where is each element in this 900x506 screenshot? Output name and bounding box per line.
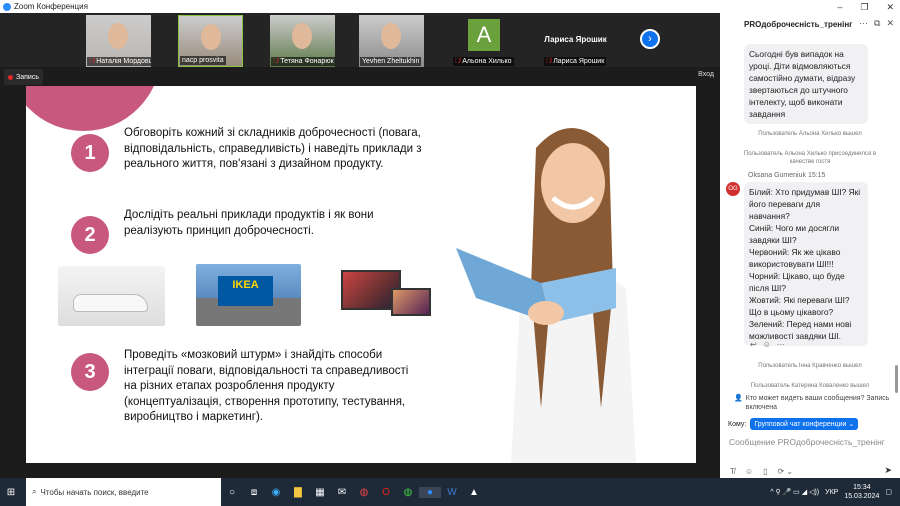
step-text: Дослідіть реальні приклади продуктів і я… [124,209,374,237]
chat-title: PROдоброчесність_тренінг [744,20,853,29]
popout-icon[interactable]: ⧉ [874,18,880,29]
step-number: 2 [71,216,109,254]
emoji-icon[interactable]: ☺ [745,467,753,476]
participant-name: 🎙̸ Альона Хилько [453,57,514,66]
participant-strip: 🎙̸ Наталія Мордовцева nacp prosvita 🎙̸ Тет… [0,13,720,67]
meeting-stage: 🎙̸ Наталія Мордовцева nacp prosvita 🎙̸ Тет… [0,13,720,478]
chat-scrollbar[interactable] [895,365,898,393]
participant-tile[interactable]: Лариса Ярошик 🎙̸ Лариса Ярошик [543,15,608,67]
recording-indicator[interactable]: Запись [4,69,43,85]
next-page-button[interactable]: › [640,29,660,49]
chat-message: Сьогодні був випадок на уроці. Діти відм… [744,44,868,124]
chrome-icon[interactable]: ◍ [353,487,375,498]
start-icon[interactable]: ⊞ [0,487,22,498]
participant-face [292,23,312,49]
system-message: Пользователь Альона Хилько присоединился… [743,151,877,165]
ikea-store-image: IKEA [196,264,301,326]
chat-message: Білий: Хто придумав ШІ? Які його переваг… [744,182,868,346]
chrome-icon[interactable]: ◍ [397,487,419,498]
participant-tile[interactable]: nacp prosvita [178,15,243,67]
restore-icon[interactable]: ❐ [860,2,868,13]
message-sender: Oksana Gumeniuk 15:15 [748,172,826,179]
store-icon[interactable]: ▦ [309,487,331,498]
screenshot-icon[interactable]: ⟳ ⌄ [777,467,793,476]
shared-slide: 1 Обговоріть кожний зі складників доброч… [26,86,696,463]
ikea-sign: IKEA [218,276,273,306]
participant-name: 🎙̸ Наталія Мордовцева [87,57,151,66]
search-box[interactable]: ⌕ Чтобы начать поиск, введите [26,478,221,506]
window-controls: – ❐ ✕ [837,2,894,13]
privacy-notice[interactable]: 👤 Кто может видеть ваши сообщения? Запись… [734,394,894,412]
student-with-book-image [456,128,636,463]
system-message: Пользователь Альона Хилько вышел [758,131,862,137]
system-message: Пользователь Катерина Коваленко вышел [750,383,870,389]
cortana-icon[interactable]: ○ [221,487,243,498]
mail-icon[interactable]: ✉ [331,487,353,498]
decor-arc [26,86,161,131]
record-dot-icon [8,74,13,80]
more-icon[interactable]: ··· [859,18,868,29]
notifications-icon[interactable]: ▢ [885,488,892,496]
minimize-icon[interactable]: – [837,2,842,13]
opera-icon[interactable]: O [375,487,397,498]
step-number: 1 [71,134,109,172]
task-view-icon[interactable]: ⧈ [243,487,265,498]
title-bar: Zoom Конференция [0,0,720,13]
zoom-logo-icon [3,2,11,11]
participant-face [381,23,401,49]
to-label: Кому: [728,420,747,428]
file-icon[interactable]: ▯ [763,467,767,476]
search-placeholder: Чтобы начать поиск, введите [40,487,149,497]
word-icon[interactable]: W [441,487,463,498]
reply-icon[interactable]: ↩ [750,340,757,349]
clock[interactable]: 15:34 15.03.2024 [844,483,879,501]
participant-name: nacp prosvita [180,56,226,65]
photos-icon[interactable]: ▲ [463,487,485,498]
participant-face [201,24,221,50]
people-icon: 👤 [734,395,743,402]
step-number: 3 [71,353,109,391]
participant-tile[interactable]: Yevhen Zheltukhin [359,15,424,67]
participant-name: Yevhen Zheltukhin [360,57,422,66]
tray-icons[interactable]: ^ ⚲ 🎤 ▭ ◢ ◁)) [770,488,819,496]
format-icon[interactable]: T̸ [730,467,735,476]
close-icon[interactable]: ✕ [886,2,894,13]
language-indicator[interactable]: УКР [825,489,838,496]
edge-icon[interactable]: ◉ [265,487,287,498]
participant-name: 🎙̸ Лариса Ярошик [544,57,607,66]
recording-label: Запись [16,73,39,81]
participant-display-name: Лариса Ярошик [544,35,607,44]
step-text: Проведіть «мозковий штурм» і знайдіть сп… [124,349,409,423]
message-input[interactable]: Сообщение PROдоброчесність_тренінг [729,437,885,447]
participant-tile[interactable]: 🎙̸ Тетяна Фонарюк [270,15,335,67]
participant-face [108,23,128,49]
close-chat-icon[interactable]: ✕ [886,18,894,29]
more-actions-icon[interactable]: ··· [777,340,785,349]
recipient-dropdown[interactable]: Групповой чат конференции ⌄ [750,418,859,430]
reaction-icon[interactable]: ☺ [763,340,771,349]
explorer-icon[interactable]: ▇ [287,487,309,498]
avatar: OG [726,182,740,196]
participant-tile[interactable]: A 🎙̸ Альона Хилько [452,15,517,67]
car-image [58,266,165,326]
step-text: Обговоріть кожний зі складників доброчес… [124,127,422,170]
search-icon: ⌕ [32,487,37,496]
participant-tile[interactable]: 🎙̸ Наталія Мордовцева [86,15,151,67]
taskbar: ⊞ ⌕ Чтобы начать поиск, введите ○ ⧈ ◉ ▇ ▦… [0,478,900,506]
zoom-icon[interactable]: ● [419,486,441,498]
system-message: Пользователь Інна Кравченко вышел [758,363,862,369]
avatar: A [468,19,500,51]
chat-panel: – ❐ ✕ PROдоброчесність_тренінг ··· ⧉ ✕ Сього… [720,0,900,478]
exit-label[interactable]: Вход [698,71,714,78]
window-title: Zoom Конференция [14,2,88,11]
send-icon[interactable]: ➤ [884,465,892,476]
apple-devices-image [336,268,436,326]
participant-name: 🎙̸ Тетяна Фонарюк [271,57,335,66]
